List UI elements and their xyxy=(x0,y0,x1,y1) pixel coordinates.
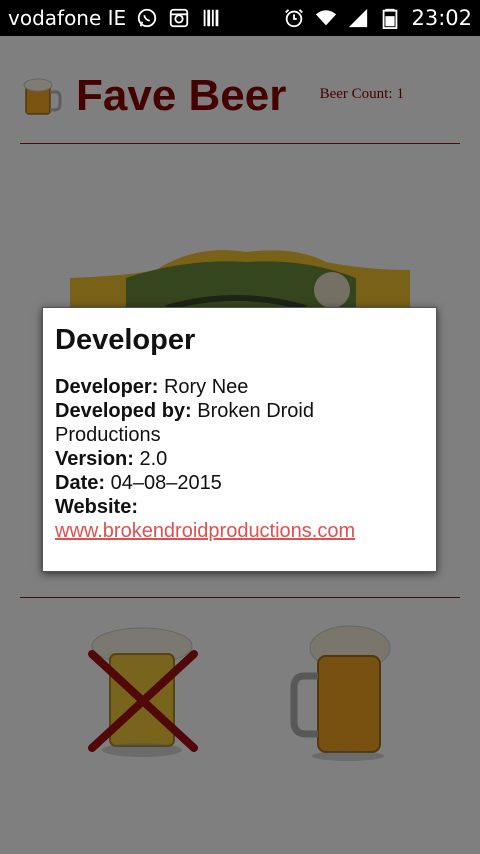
date-row: Date: 04–08–2015 xyxy=(55,471,424,495)
carrier-name: vodafone IE xyxy=(8,6,127,30)
dialog-body: Developer: Rory Nee Developed by: Broken… xyxy=(55,375,424,543)
website-label: Website: xyxy=(55,496,138,518)
developed-by-row: Developed by: Broken Droid Productions xyxy=(55,399,424,447)
status-bar: vodafone IE 23:02 xyxy=(0,0,480,36)
signal-icon xyxy=(349,8,368,28)
date-value: 04–08–2015 xyxy=(110,472,222,494)
developer-dialog: Developer Developer: Rory Nee Developed … xyxy=(42,307,437,572)
developer-value: Rory Nee xyxy=(163,376,249,398)
alarm-icon xyxy=(285,9,304,28)
instagram-icon xyxy=(170,8,189,28)
date-label: Date: xyxy=(55,472,106,494)
version-label: Version: xyxy=(55,448,134,470)
developer-label: Developer: xyxy=(55,376,159,398)
dialog-title: Developer xyxy=(55,324,196,356)
developed-by-label: Developed by: xyxy=(55,400,192,422)
clock: 23:02 xyxy=(411,6,472,30)
developer-row: Developer: Rory Nee xyxy=(55,375,424,399)
battery-icon xyxy=(383,8,398,29)
website-link[interactable]: www.brokendroidproductions.com xyxy=(55,520,355,542)
website-row: Website: xyxy=(55,495,424,519)
status-bar-right: 23:02 xyxy=(283,6,472,30)
barcode-icon xyxy=(203,9,219,27)
status-bar-left: vodafone IE xyxy=(8,6,222,30)
whatsapp-icon xyxy=(138,8,157,28)
version-value: 2.0 xyxy=(139,448,168,470)
wifi-icon xyxy=(316,10,337,26)
version-row: Version: 2.0 xyxy=(55,447,424,471)
